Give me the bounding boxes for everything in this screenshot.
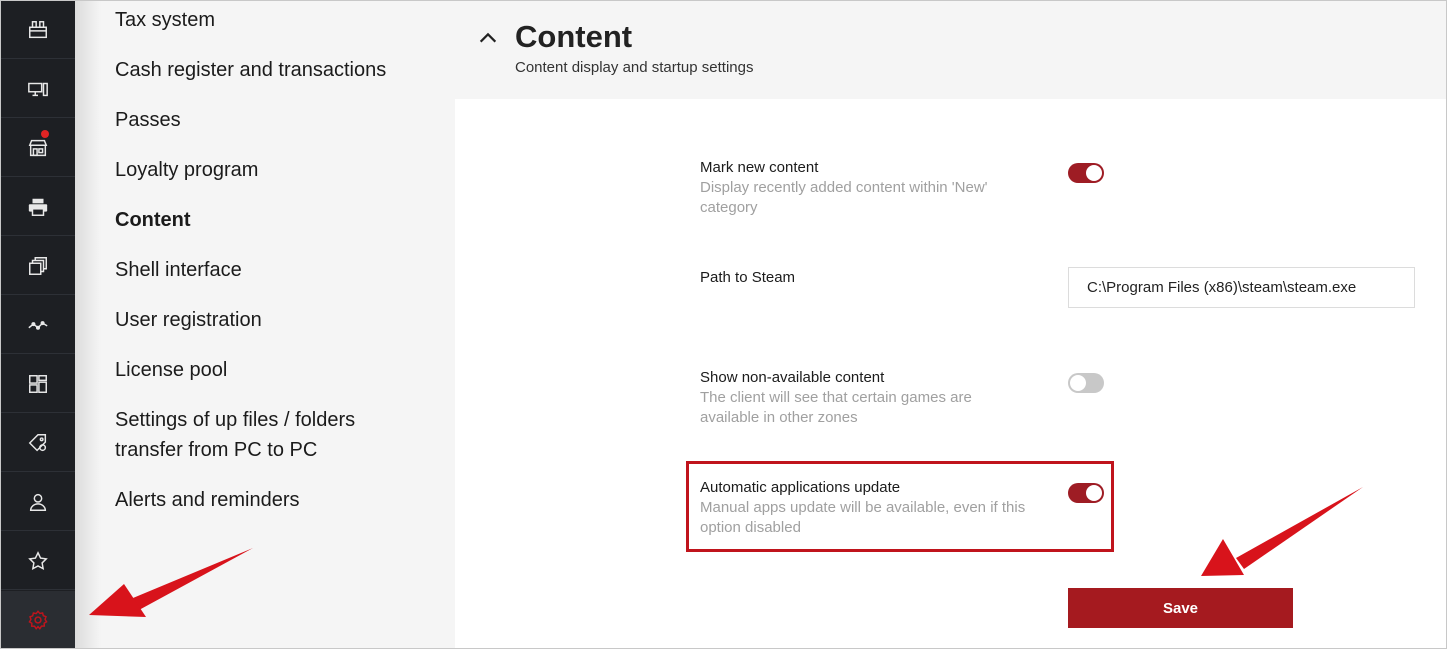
menu-item-license-pool[interactable]: License pool [115,355,435,385]
rail-item-favorites[interactable] [1,532,75,590]
setting-show-non-available: Show non-available content The client wi… [700,368,1060,428]
show-non-available-toggle[interactable] [1068,373,1104,393]
rail-item-apps[interactable] [1,355,75,413]
toggle-knob [1086,485,1102,501]
menu-item-tax-system[interactable]: Tax system [115,5,435,35]
app-window: Tax system Cash register and transaction… [0,0,1447,649]
icon-rail [1,1,75,648]
setting-path-to-steam: Path to Steam [700,268,1060,288]
layers-icon [29,256,47,275]
menu-item-content[interactable]: Content [115,205,435,235]
mark-new-content-toggle[interactable] [1068,163,1104,183]
menu-item-loyalty-program[interactable]: Loyalty program [115,155,435,185]
content-settings-panel: Content Content display and startup sett… [455,1,1446,648]
apps-grid-icon [29,374,47,393]
setting-description: Manual apps update will be available, ev… [700,499,1026,536]
setting-mark-new-content: Mark new content Display recently added … [700,158,1060,218]
setting-auto-update: Automatic applications update Manual app… [700,478,1060,538]
toggle-knob [1086,165,1102,181]
rail-item-settings[interactable] [1,591,75,648]
section-title: Content [515,19,633,54]
analytics-icon [28,320,48,330]
menu-item-passes[interactable]: Passes [115,105,435,135]
tags-icon [28,433,47,451]
rail-item-printer[interactable] [1,178,75,236]
rail-item-tags[interactable] [1,414,75,472]
setting-label: Automatic applications update [700,479,901,496]
rail-item-clubs[interactable] [1,1,75,59]
section-subtitle: Content display and startup settings [515,59,754,76]
setting-description: The client will see that certain games a… [700,389,972,426]
shop-icon [28,139,48,156]
menu-item-user-registration[interactable]: User registration [115,305,435,335]
clubs-icon [29,20,47,38]
menu-item-cash-register[interactable]: Cash register and transactions [115,55,435,85]
section-header[interactable]: Content Content display and startup sett… [455,1,1446,99]
toggle-knob [1070,375,1086,391]
rail-item-computers[interactable] [1,60,75,118]
setting-description: Display recently added content within 'N… [700,179,988,216]
auto-update-toggle[interactable] [1068,483,1104,503]
printer-icon [28,198,48,216]
setting-label: Mark new content [700,159,819,176]
setting-label: Path to Steam [700,269,796,286]
setting-label: Show non-available content [700,369,885,386]
rail-item-analytics[interactable] [1,296,75,354]
settings-gear-icon [28,609,48,630]
menu-item-shell-interface[interactable]: Shell interface [115,255,435,285]
save-button[interactable]: Save [1068,588,1293,628]
steam-path-input[interactable] [1068,267,1415,308]
settings-menu: Tax system Cash register and transaction… [75,1,455,648]
chevron-up-icon[interactable] [477,27,499,49]
rail-item-layers[interactable] [1,237,75,295]
rail-item-shop[interactable] [1,119,75,177]
computers-icon [28,82,48,96]
notification-dot [41,130,49,138]
users-icon [29,493,47,511]
star-icon [28,550,48,570]
menu-item-alerts[interactable]: Alerts and reminders [115,485,435,515]
rail-item-users[interactable] [1,473,75,531]
menu-item-file-transfer[interactable]: Settings of up files / folders transfer … [115,405,405,465]
